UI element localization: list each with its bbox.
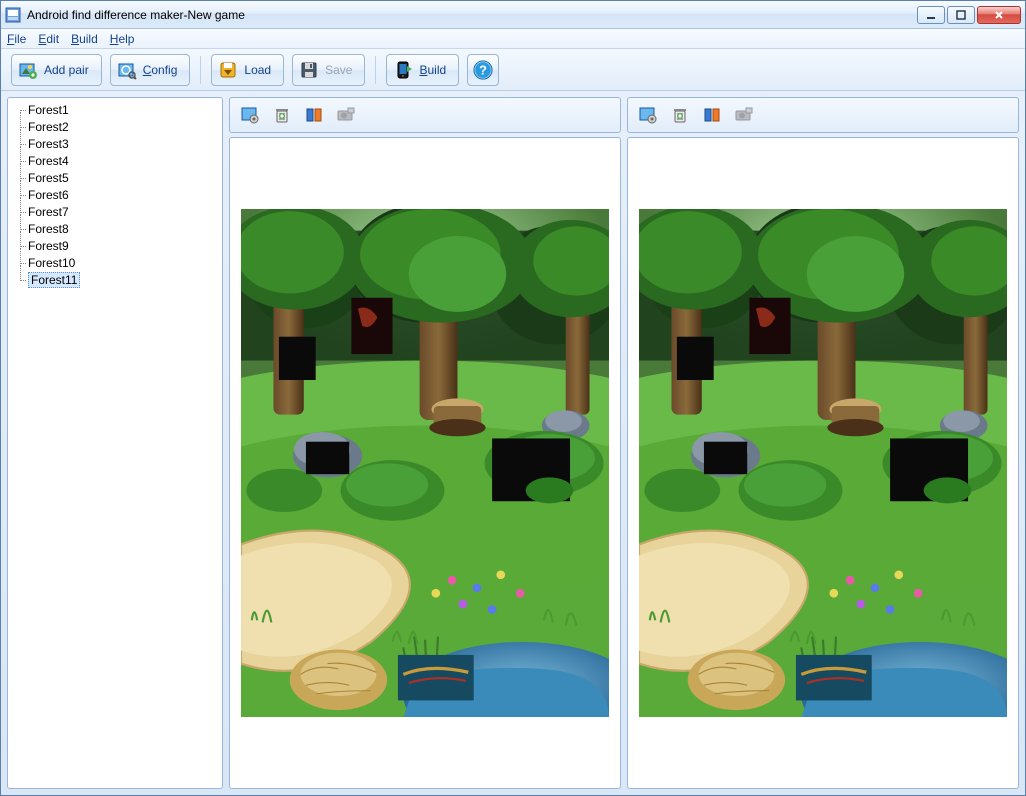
help-button[interactable]: ? (467, 54, 499, 86)
add-pair-icon (18, 60, 38, 80)
maximize-button[interactable] (947, 6, 975, 24)
menu-build[interactable]: Build (71, 32, 98, 46)
add-pair-label: Add pair (44, 63, 89, 77)
left-image-viewport[interactable] (229, 137, 621, 789)
compare-button[interactable] (698, 102, 726, 128)
tree-item[interactable]: Forest4 (10, 153, 220, 170)
trash-button[interactable] (666, 102, 694, 128)
build-label: Build (419, 63, 446, 77)
tree-item-label: Forest4 (28, 154, 69, 168)
config-button[interactable]: Config (110, 54, 191, 86)
left-pane (229, 97, 621, 789)
toolbar-separator (200, 56, 201, 84)
tree-item-label: Forest11 (28, 272, 80, 288)
tree-item-label: Forest5 (28, 171, 69, 185)
tree-item-label: Forest10 (28, 256, 75, 270)
trash-button[interactable] (268, 102, 296, 128)
tree-item[interactable]: Forest8 (10, 221, 220, 238)
tree-item-label: Forest7 (28, 205, 69, 219)
save-button[interactable]: Save (292, 54, 365, 86)
tree-item-label: Forest3 (28, 137, 69, 151)
app-window: Android find difference maker-New game F… (0, 0, 1026, 796)
menu-file[interactable]: File (7, 32, 26, 46)
left-pane-toolbar (229, 97, 621, 133)
window-title: Android find difference maker-New game (27, 8, 917, 22)
menu-help[interactable]: Help (110, 32, 135, 46)
minimize-button[interactable] (917, 6, 945, 24)
add-pair-button[interactable]: Add pair (11, 54, 102, 86)
main-toolbar: Add pair Config Load Save Build (1, 49, 1025, 91)
load-icon (218, 60, 238, 80)
camera-button[interactable] (730, 102, 758, 128)
menu-edit[interactable]: Edit (38, 32, 59, 46)
build-button[interactable]: Build (386, 54, 459, 86)
toolbar-separator (375, 56, 376, 84)
right-image (639, 148, 1007, 778)
menubar: File Edit Build Help (1, 29, 1025, 49)
tree-item[interactable]: Forest5 (10, 170, 220, 187)
tree-item-label: Forest2 (28, 120, 69, 134)
right-pane-toolbar (627, 97, 1019, 133)
tree-item[interactable]: Forest3 (10, 136, 220, 153)
tree-item-label: Forest9 (28, 239, 69, 253)
camera-button[interactable] (332, 102, 360, 128)
save-icon (299, 60, 319, 80)
image-pair-list: Forest1 Forest2 Forest3 Forest4 Forest5 Fores… (7, 97, 223, 789)
tree-item[interactable]: Forest6 (10, 187, 220, 204)
window-controls (917, 6, 1021, 24)
config-icon (117, 60, 137, 80)
left-image (241, 148, 609, 778)
client-area: Forest1 Forest2 Forest3 Forest4 Forest5 Fores… (1, 91, 1025, 795)
tree-item[interactable]: Forest7 (10, 204, 220, 221)
image-settings-button[interactable] (236, 102, 264, 128)
tree-item[interactable]: Forest9 (10, 238, 220, 255)
save-label: Save (325, 63, 352, 77)
tree-item[interactable]: Forest10 (10, 255, 220, 272)
tree-item-label: Forest1 (28, 103, 69, 117)
right-image-viewport[interactable] (627, 137, 1019, 789)
image-settings-button[interactable] (634, 102, 662, 128)
compare-button[interactable] (300, 102, 328, 128)
help-icon: ? (473, 60, 493, 80)
app-icon (5, 7, 21, 23)
load-label: Load (244, 63, 271, 77)
tree-item[interactable]: Forest2 (10, 119, 220, 136)
config-label: Config (143, 63, 178, 77)
tree-item[interactable]: Forest1 (10, 102, 220, 119)
svg-text:?: ? (479, 62, 487, 77)
titlebar: Android find difference maker-New game (1, 1, 1025, 29)
tree-item-label: Forest6 (28, 188, 69, 202)
build-icon (393, 60, 413, 80)
load-button[interactable]: Load (211, 54, 284, 86)
right-pane (627, 97, 1019, 789)
tree-item-label: Forest8 (28, 222, 69, 236)
tree-item[interactable]: Forest11 (10, 272, 220, 289)
close-button[interactable] (977, 6, 1021, 24)
